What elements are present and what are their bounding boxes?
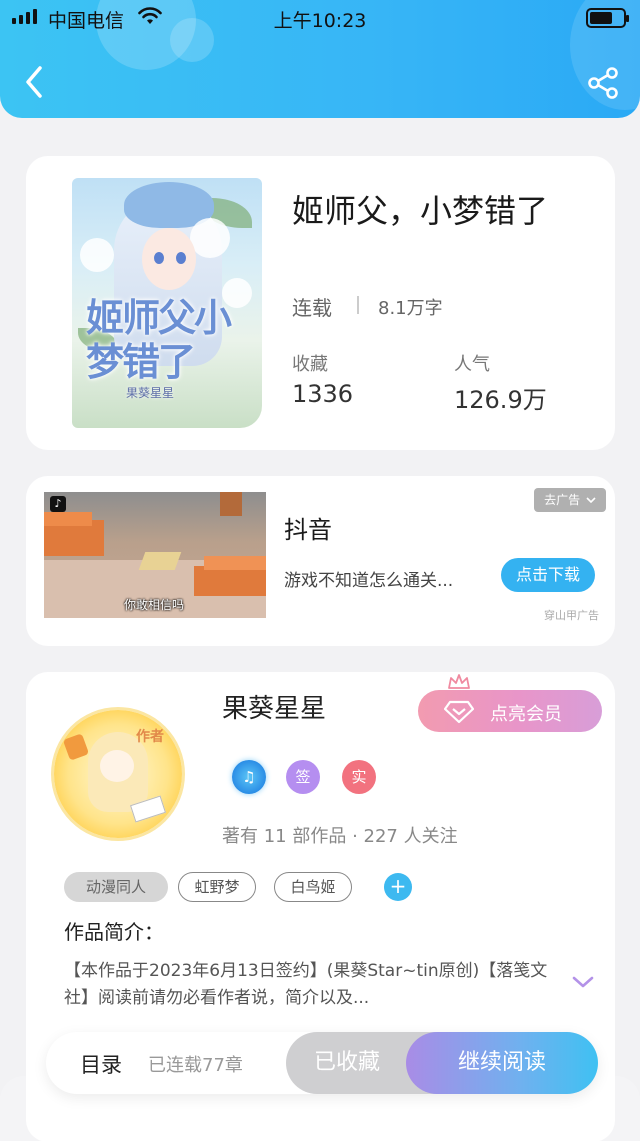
diamond-icon	[444, 700, 474, 724]
cover-title: 姬师父小梦错了	[86, 295, 232, 384]
remove-ad-label: 去广告	[544, 493, 581, 507]
chevron-down-icon[interactable]	[571, 974, 595, 990]
avatar-tag: 作者	[136, 729, 164, 745]
battery-icon	[586, 8, 629, 28]
toc-button[interactable]: 目录	[80, 1049, 122, 1079]
tag-character[interactable]: 白鸟姬	[274, 872, 352, 902]
popularity-label: 人气	[454, 354, 490, 375]
author-avatar[interactable]: 作者	[54, 710, 182, 838]
header: 中国电信 上午10:23	[0, 0, 640, 118]
ad-source: 穿山甲广告	[544, 609, 599, 622]
collect-label: 收藏	[292, 354, 328, 375]
share-button[interactable]	[586, 66, 620, 100]
verified-badge[interactable]: 实	[342, 760, 376, 794]
music-note-icon[interactable]: ♫	[232, 760, 266, 794]
crown-icon	[448, 674, 470, 689]
video-caption: 你敢相信吗	[124, 598, 185, 612]
popularity-value: 126.9万	[454, 386, 547, 414]
author-stats: 著有 11 部作品 · 227 人关注	[222, 826, 458, 847]
word-count: 8.1万字	[378, 298, 443, 319]
book-title: 姬师父，小梦错了	[292, 192, 549, 230]
continue-reading-button[interactable]: 继续阅读	[406, 1032, 598, 1094]
book-cover[interactable]: 姬师父小梦错了 果葵星星	[72, 178, 262, 428]
ad-description: 游戏不知道怎么通关...	[284, 571, 454, 591]
chapter-count: 已连载77章	[148, 1055, 243, 1076]
ad-download-button[interactable]: 点击下载	[501, 558, 595, 592]
add-tag-button[interactable]: +	[384, 873, 412, 901]
divider	[357, 296, 359, 314]
ad-video-thumbnail[interactable]: ♪ 你敢相信吗	[44, 492, 266, 618]
tag-character[interactable]: 虹野梦	[178, 872, 256, 902]
ad-card[interactable]: ♪ 你敢相信吗 抖音 游戏不知道怎么通关... 点击下载 去广告 穿山甲广告	[26, 476, 615, 646]
status-bar: 中国电信 上午10:23	[0, 0, 640, 36]
member-label: 点亮会员	[490, 704, 562, 725]
tiktok-icon: ♪	[50, 496, 66, 512]
light-up-member-button[interactable]: 点亮会员	[418, 690, 602, 732]
collect-value: 1336	[292, 380, 354, 408]
intro-title: 作品简介：	[64, 920, 164, 944]
bottom-action-bar: 目录 已连载77章 已收藏 继续阅读	[46, 1032, 598, 1094]
author-name[interactable]: 果葵星星	[222, 688, 326, 725]
remove-ad-button[interactable]: 去广告	[534, 488, 606, 512]
signed-badge[interactable]: 签	[286, 760, 320, 794]
back-button[interactable]	[18, 62, 52, 102]
clock: 上午10:23	[273, 10, 367, 32]
ad-app-name: 抖音	[284, 516, 332, 544]
tag-category[interactable]: 动漫同人	[64, 872, 168, 902]
book-status: 连载	[292, 296, 332, 320]
intro-text[interactable]: 【本作品于2023年6月13日签约】(果葵Star~tin原创)【落笺文社】阅读…	[64, 958, 564, 1012]
cover-author: 果葵星星	[126, 386, 175, 400]
book-info-card: 姬师父小梦错了 果葵星星 姬师父，小梦错了 连载 8.1万字 收藏 1336 人…	[26, 156, 615, 450]
chevron-down-icon	[586, 497, 596, 504]
